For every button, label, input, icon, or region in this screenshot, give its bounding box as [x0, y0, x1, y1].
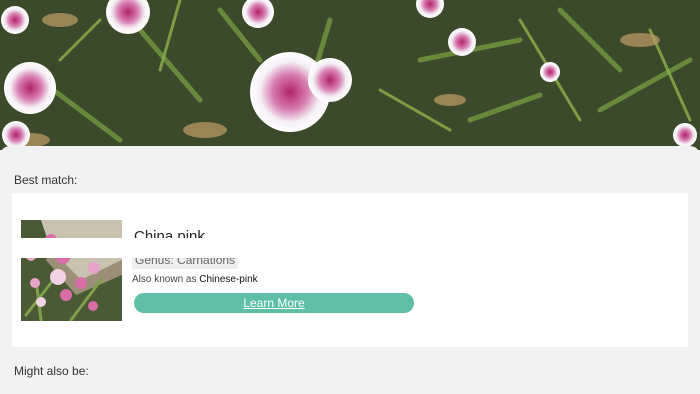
also-known-as: Also known as Chinese-pink — [132, 274, 258, 285]
plant-photo — [0, 0, 700, 150]
plant-thumbnail — [21, 220, 122, 321]
learn-more-button[interactable]: Learn More — [134, 293, 414, 313]
might-also-be-label: Might also be: — [14, 364, 89, 378]
best-match-label: Best match: — [14, 173, 78, 187]
alternative-match-card[interactable] — [12, 238, 688, 258]
results-sheet: Best match: China pink Genus: Carnations… — [0, 146, 700, 394]
best-match-card[interactable]: China pink Genus: Carnations Also known … — [12, 193, 688, 347]
also-known-as-prefix: Also known as — [132, 274, 200, 285]
also-known-as-value: Chinese-pink — [199, 274, 258, 285]
